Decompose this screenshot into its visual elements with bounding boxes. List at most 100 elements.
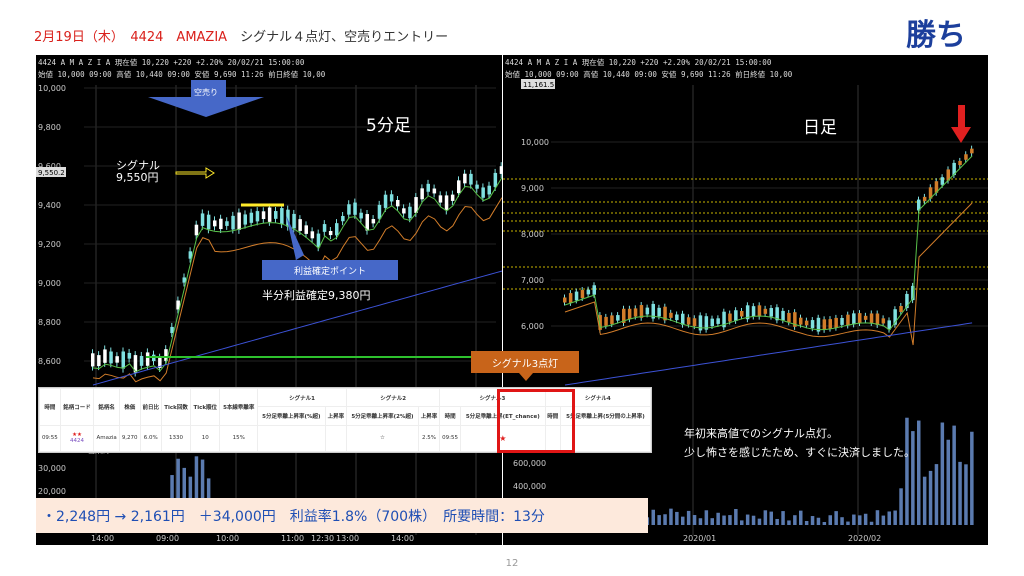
candle-body (846, 314, 850, 326)
quote-header: 4424 A M A Z I A 現在値 10,220 +220 +2.20% … (505, 58, 793, 79)
candle-body (200, 213, 205, 226)
y-tick-label: 8,800 (38, 318, 61, 327)
timeframe-label: 5分足 (366, 116, 411, 136)
candle-body (627, 308, 632, 320)
vol-tick-label: 600,000 (513, 459, 546, 468)
candle-body (970, 148, 974, 154)
candle-body (645, 307, 650, 315)
candle-body (574, 291, 579, 301)
volume-bar (663, 514, 667, 525)
note: 年初来高値でのシグナル点灯。 少し怖さを感じたため、すぐに決済しました。 (684, 427, 915, 459)
candle-body (852, 313, 856, 325)
y-tick-label: 7,000 (521, 276, 544, 285)
candle-body (657, 307, 661, 317)
volume-bar (952, 425, 956, 525)
candle-body (463, 173, 467, 184)
candle-body (316, 233, 321, 248)
candle-body (103, 349, 107, 363)
candle-body (408, 206, 412, 219)
candle-body (610, 315, 614, 325)
candle-body (604, 316, 608, 326)
candle-body (940, 177, 945, 185)
candle-body (383, 194, 388, 208)
candle-body (341, 215, 345, 222)
candle-body (219, 218, 223, 230)
candle-body (328, 230, 333, 236)
quote-header: 4424 A M A Z I A 現在値 10,220 +220 +2.20% … (38, 58, 326, 79)
candle-body (810, 320, 815, 329)
timeframe-label: 日足 (803, 118, 837, 138)
candle-body (869, 313, 874, 323)
intraday-candlestick-chart[interactable]: 10,0009,8009,6009,4009,2009,0008,8008,60… (36, 55, 502, 545)
candle-body (182, 277, 186, 283)
volume-bar (698, 518, 703, 525)
volume-bar (928, 470, 933, 525)
volume-bar (686, 510, 691, 525)
x-tick-label: 09:00 (156, 534, 179, 543)
page-number: 12 (505, 558, 519, 569)
signal-price: 9,550円 (116, 171, 159, 184)
candle-body (781, 310, 785, 321)
volume-bar (681, 516, 685, 525)
candle-body (396, 199, 400, 207)
candle-body (875, 313, 880, 325)
candle-body (822, 319, 827, 330)
volume-bar (810, 516, 815, 525)
volume-bar (657, 515, 661, 525)
x-tick-label: 13:00 (336, 534, 359, 543)
y-tick-label: 9,000 (521, 184, 544, 193)
profit-point-label: 利益確定ポイント (294, 265, 366, 277)
candle-body (881, 318, 886, 324)
candle-body (127, 352, 132, 359)
volume-bar (675, 511, 679, 525)
x-tick-label: 10:00 (216, 534, 239, 543)
candle-body (692, 318, 697, 327)
volume-bar (799, 510, 803, 525)
candle-body (231, 215, 235, 230)
candle-body (194, 224, 199, 236)
candle-body (804, 320, 809, 326)
x-tick-label: 12:30 (311, 534, 334, 543)
candle-body (716, 318, 720, 324)
candle-body (438, 195, 443, 203)
volume-bar (722, 515, 726, 525)
price-tag: 9,550.2 (38, 169, 65, 177)
daily-chart-panel[interactable]: 4424 A M A Z I A 現在値 10,220 +220 +2.20% … (503, 55, 988, 545)
candle-body (669, 312, 673, 318)
daily-candlestick-chart[interactable]: 10,0009,0008,0007,0006,00011,161.5日足600,… (503, 55, 988, 545)
volume-bar (846, 521, 850, 525)
ma-line (92, 270, 502, 386)
signal-label: シグナル (116, 158, 160, 172)
candle-body (304, 225, 308, 234)
volume-bar (757, 518, 762, 525)
volume-bar (922, 476, 927, 525)
candle-body (389, 194, 394, 202)
volume-bar (958, 461, 962, 525)
half-profit-label: 半分利益確定9,380円 (262, 288, 371, 302)
candle-body (359, 212, 363, 219)
candle-body (563, 297, 567, 303)
volume-bar (869, 521, 874, 525)
candle-body (958, 160, 962, 166)
volume-bar (834, 511, 838, 525)
candle-body (586, 289, 591, 295)
candle-body (568, 293, 573, 303)
intraday-chart-panel[interactable]: 4424 A M A Z I A 現在値 10,220 +220 +2.20% … (36, 55, 502, 545)
candle-body (710, 318, 714, 326)
candle-body (353, 202, 357, 215)
short-label: 空売り (194, 87, 218, 97)
candle-body (347, 204, 351, 215)
volume-bar (940, 422, 945, 525)
candle-body (377, 204, 382, 219)
y-tick-label: 10,000 (521, 138, 549, 147)
volume-bar (651, 509, 655, 525)
candle-body (335, 223, 339, 236)
price-tag: 11,161.5 (523, 81, 554, 89)
volume-bar (793, 515, 797, 525)
candle-body (728, 313, 732, 322)
candle-body (799, 317, 803, 325)
candle-body (858, 313, 862, 324)
candle-body (481, 187, 485, 198)
candle-body (280, 208, 284, 225)
candle-body (261, 211, 266, 219)
